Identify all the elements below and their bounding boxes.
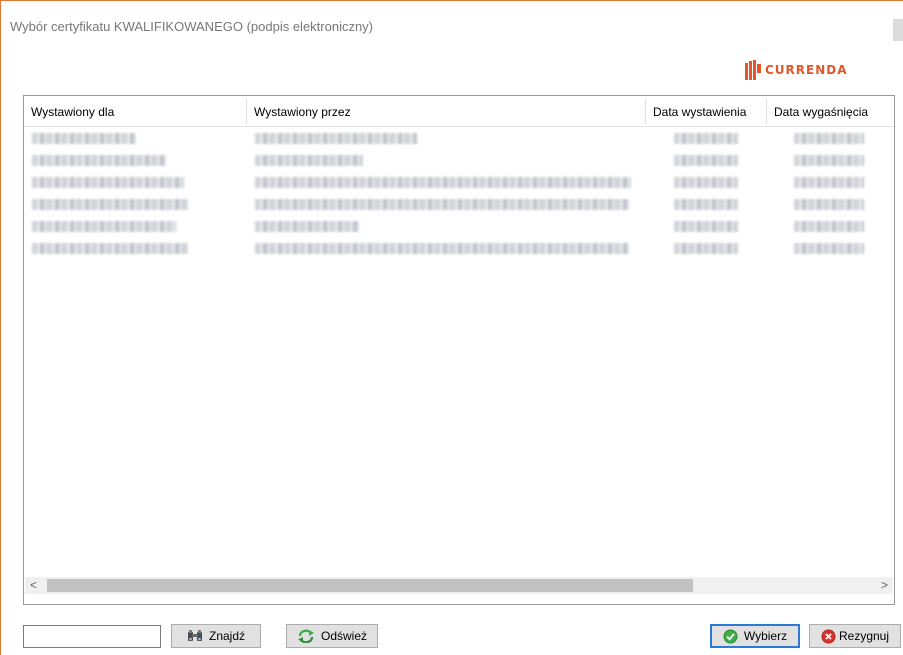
redacted-cell — [32, 155, 166, 166]
redacted-cell — [794, 243, 864, 254]
horizontal-scrollbar[interactable]: < > — [25, 577, 893, 594]
redacted-cell — [255, 221, 359, 232]
scrollbar-thumb[interactable] — [47, 579, 693, 592]
redacted-cell — [794, 221, 864, 232]
table-row[interactable] — [24, 238, 894, 260]
cancel-button[interactable]: Rezygnuj — [809, 624, 901, 648]
redacted-cell — [32, 221, 176, 232]
redacted-cell — [255, 155, 363, 166]
column-header-issued-by[interactable]: Wystawiony przez — [247, 96, 645, 126]
close-circle-icon — [821, 629, 836, 644]
table-rows — [24, 128, 894, 260]
table-row[interactable] — [24, 128, 894, 150]
column-header-issue-date[interactable]: Data wystawienia — [646, 96, 766, 126]
redacted-cell — [255, 177, 631, 188]
column-header-issued-to[interactable]: Wystawiony dla — [24, 96, 246, 126]
redacted-cell — [674, 199, 738, 210]
redacted-cell — [674, 221, 738, 232]
table-row[interactable] — [24, 172, 894, 194]
find-button-label: Znajdź — [208, 629, 246, 643]
redacted-cell — [32, 133, 136, 144]
redacted-cell — [255, 133, 417, 144]
redacted-cell — [255, 243, 629, 254]
redacted-cell — [32, 177, 184, 188]
redacted-cell — [794, 155, 864, 166]
window-title: Wybór certyfikatu KWALIFIKOWANEGO (podpi… — [10, 19, 374, 34]
redacted-cell — [794, 133, 864, 144]
search-input[interactable] — [23, 625, 161, 648]
redacted-cell — [32, 243, 188, 254]
redacted-cell — [32, 199, 188, 210]
logo-text: CURRENDA — [765, 63, 848, 77]
title-bar: Wybór certyfikatu KWALIFIKOWANEGO (podpi… — [1, 1, 903, 41]
redacted-cell — [255, 199, 629, 210]
scroll-left-arrow-icon[interactable]: < — [25, 577, 42, 594]
find-button[interactable]: Znajdź — [171, 624, 261, 648]
currenda-logo-icon — [745, 60, 761, 80]
table-row[interactable] — [24, 150, 894, 172]
cancel-button-label: Rezygnuj — [838, 629, 890, 643]
refresh-button-label: Odśwież — [320, 629, 367, 643]
redacted-cell — [794, 199, 864, 210]
table-header: Wystawiony dla Wystawiony przez Data wys… — [24, 96, 894, 127]
redacted-cell — [674, 177, 738, 188]
certificate-dialog: Wybór certyfikatu KWALIFIKOWANEGO (podpi… — [0, 0, 903, 655]
table-row[interactable] — [24, 216, 894, 238]
scroll-right-arrow-icon[interactable]: > — [876, 577, 893, 594]
title-scroll-stub — [893, 19, 903, 41]
refresh-button[interactable]: Odśwież — [286, 624, 378, 648]
table-row[interactable] — [24, 194, 894, 216]
currenda-logo: CURRENDA — [745, 59, 848, 81]
redacted-cell — [794, 177, 864, 188]
certificate-list[interactable]: Wystawiony dla Wystawiony przez Data wys… — [23, 95, 895, 605]
select-button[interactable]: Wybierz — [710, 624, 800, 648]
checkmark-circle-icon — [723, 629, 738, 644]
select-button-label: Wybierz — [743, 629, 788, 643]
redacted-cell — [674, 243, 738, 254]
refresh-arrows-icon — [297, 629, 315, 643]
binoculars-icon — [187, 629, 203, 643]
redacted-cell — [674, 133, 738, 144]
redacted-cell — [674, 155, 738, 166]
column-header-expiry-date[interactable]: Data wygaśnięcia — [767, 96, 894, 126]
